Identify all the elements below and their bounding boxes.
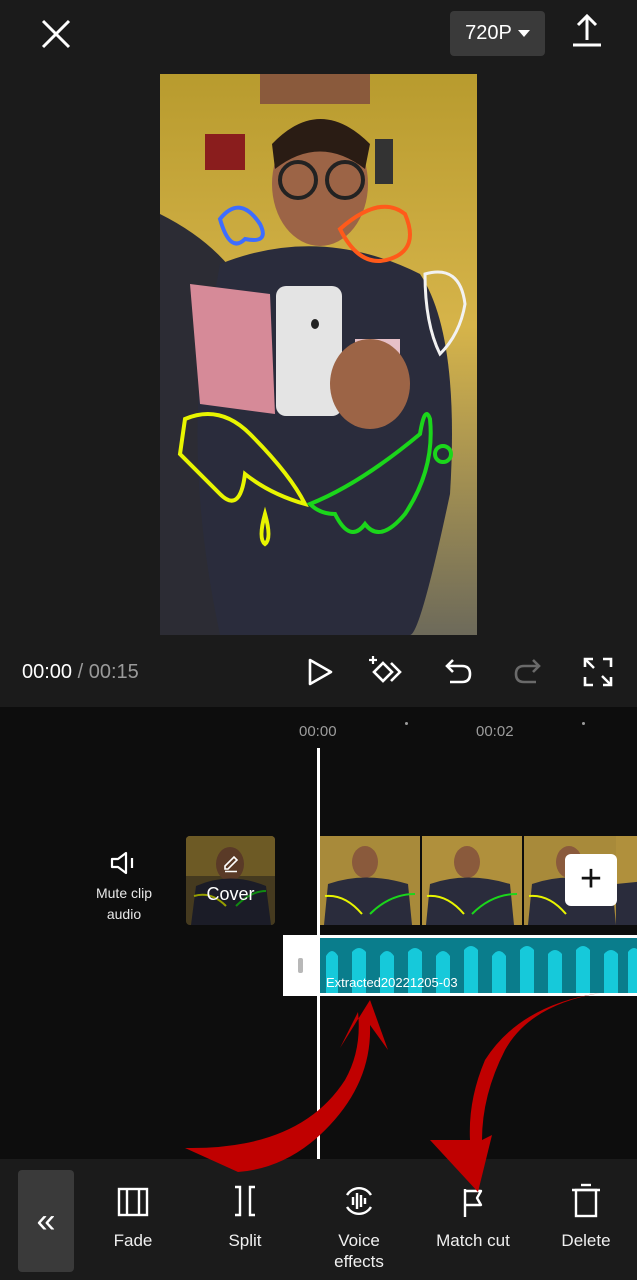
delete-icon <box>572 1183 600 1218</box>
time-ruler-dot <box>582 722 585 725</box>
undo-icon[interactable] <box>440 654 476 690</box>
export-icon[interactable] <box>568 12 606 52</box>
fade-icon <box>117 1187 149 1217</box>
clip-frame <box>320 836 420 925</box>
delete-button[interactable]: Delete <box>531 1159 637 1251</box>
resolution-dropdown[interactable]: 720P <box>450 11 545 56</box>
voice-effects-label-line1: Voice <box>338 1231 380 1250</box>
timeline-panel[interactable]: 00:00 00:02 Mute clip audio Cover + Extr… <box>0 707 637 1162</box>
time-ruler-tick: 00:02 <box>476 723 514 740</box>
split-icon <box>235 1185 255 1217</box>
playback-timecode: 00:00 / 00:15 <box>22 661 139 684</box>
audio-trim-handle[interactable] <box>283 935 319 996</box>
audio-clip-track[interactable]: Extracted20221205-03 <box>283 935 637 996</box>
mute-label-line2: audio <box>106 906 142 922</box>
speaker-icon <box>110 851 134 875</box>
fade-button[interactable]: Fade <box>78 1159 188 1251</box>
chevron-down-icon <box>517 30 530 37</box>
match-cut-icon <box>463 1189 483 1217</box>
voice-effects-label-line2: effects <box>334 1252 384 1271</box>
mute-clip-audio-button[interactable]: Mute clip audio <box>88 850 160 923</box>
add-clip-button[interactable]: + <box>565 854 617 906</box>
mute-label-line1: Mute clip <box>95 885 153 901</box>
voice-effects-button[interactable]: Voice effects <box>304 1159 414 1272</box>
bottom-toolbar: « Fade Split Voice effects Match cut Del… <box>0 1159 637 1280</box>
time-ruler-tick: 00:00 <box>299 723 337 740</box>
split-button[interactable]: Split <box>190 1159 300 1251</box>
keyframe-icon[interactable] <box>367 654 403 690</box>
audio-clip-name: Extracted20221205-03 <box>326 975 458 990</box>
fade-label: Fade <box>113 1231 153 1250</box>
current-time: 00:00 <box>22 661 73 683</box>
split-label: Split <box>228 1231 262 1250</box>
cover-label: Cover <box>206 884 255 904</box>
time-separator: / <box>77 661 84 683</box>
match-cut-label: Match cut <box>436 1231 510 1250</box>
voice-effects-icon <box>345 1187 373 1215</box>
total-time: 00:15 <box>88 661 139 683</box>
editor-top-panel: 720P 00:00 / 00:15 <box>0 0 637 707</box>
resolution-label: 720P <box>465 22 512 44</box>
cover-thumbnail <box>186 836 275 925</box>
redo-icon[interactable] <box>510 654 546 690</box>
play-icon[interactable] <box>302 654 338 690</box>
time-ruler-dot <box>405 722 408 725</box>
match-cut-button[interactable]: Match cut <box>418 1159 528 1251</box>
playhead[interactable] <box>317 748 320 1162</box>
delete-label: Delete <box>561 1231 611 1250</box>
video-preview[interactable] <box>160 74 477 635</box>
edit-pencil-icon <box>224 855 239 873</box>
close-icon[interactable] <box>36 14 76 54</box>
cover-button[interactable]: Cover <box>186 836 275 925</box>
collapse-toolbar-button[interactable]: « <box>18 1170 74 1272</box>
fullscreen-icon[interactable] <box>580 654 616 690</box>
